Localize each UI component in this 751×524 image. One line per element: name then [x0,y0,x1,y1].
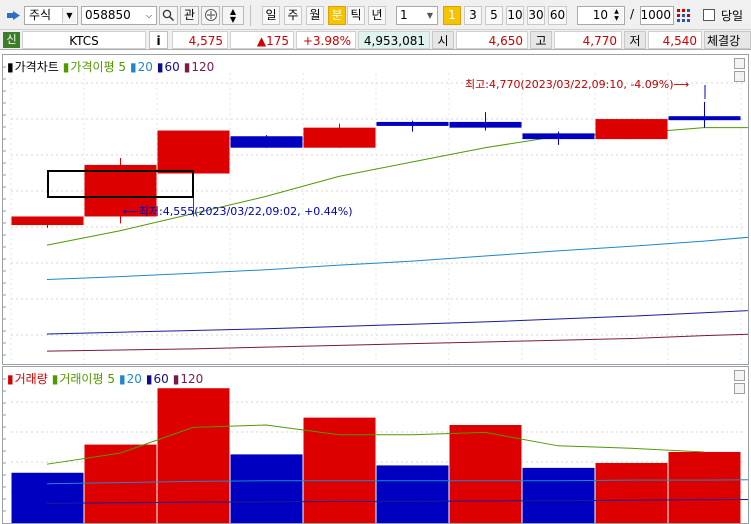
code-input[interactable]: 058850 ⌵ [81,6,157,25]
open-label: 시 [432,31,454,49]
period-tab-4[interactable]: 틱 [347,6,365,25]
market-type-value: 주식 [29,8,52,22]
count-value: 10 [592,8,608,22]
chevron-down-icon[interactable]: ⌵ [143,8,155,23]
stepper-icon: ▲ ▼ [229,7,237,24]
low-annotation: ⟵최저:4,555(2023/03/22,09:02, +0.44%) [123,205,353,218]
volume-chart [3,378,748,523]
volume-chart-pane[interactable]: ▮거래량 ▮거래이평 5 ▮20 ▮60 ▮120 [2,366,749,524]
interval-value: 1 [400,8,408,22]
quick-interval-1[interactable]: 1 [443,6,461,25]
period-tab-5[interactable]: 년 [368,6,386,25]
low-price: 4,540 [648,31,702,49]
count-separator: / [630,7,635,21]
period-tab-1[interactable]: 주 [284,6,302,25]
interest-button[interactable]: 관 [180,6,199,25]
quick-interval-5[interactable]: 5 [485,6,503,25]
today-label: 당일 [721,9,744,23]
price-change: ▲175 [230,31,294,49]
volume-bar [303,417,376,523]
strength-label: 체결강 [704,31,751,49]
candle-body [668,116,741,121]
candle-body [303,127,376,148]
market-type-select[interactable]: 주식 ▼ [24,6,78,25]
ma20-line [46,236,748,281]
stepper-button[interactable]: ▲ ▼ [222,6,244,25]
badge-label: 신 [6,33,17,46]
today-checkbox[interactable] [703,9,715,21]
total-value: 1000 [640,8,671,22]
spinner-icon[interactable]: ▲ ▼ [610,8,623,23]
code-value: 058850 [85,8,131,22]
volume-bar [84,444,157,523]
candle-body [157,130,230,174]
candle-body [449,121,522,128]
count-input[interactable]: 10 ▲ ▼ [577,6,625,25]
low-label: 저 [624,31,646,49]
period-tab-0[interactable]: 일 [262,6,280,25]
interval-select[interactable]: 1 ▼ [396,6,438,25]
quick-interval-10[interactable]: 10 [506,6,524,25]
candle-body [595,119,668,140]
search-icon [162,9,175,25]
quick-interval-3[interactable]: 3 [464,6,482,25]
volume-bar [376,465,449,523]
volume-bar [595,462,668,523]
chart-settings-icon[interactable] [676,8,692,24]
new-listing-badge: 신 [3,32,20,48]
high-label: 고 [530,31,552,49]
candle-body [522,133,595,140]
period-tab-3[interactable]: 분 [328,6,346,25]
current-price: 4,575 [172,31,228,49]
chevron-down-icon[interactable]: ▼ [62,8,76,23]
candle-body [230,136,303,148]
quick-interval-30[interactable]: 30 [527,6,545,25]
candle-body [376,121,449,126]
total-input[interactable]: 1000 [640,6,674,25]
candle-body [11,216,84,226]
volume-bar [449,424,522,523]
high-price: 4,770 [554,31,622,49]
price-chart-pane[interactable]: ▮가격차트 ▮가격이평 5 ▮20 ▮60 ▮120 최고:4,770(2023/03/… [2,54,749,365]
volume-bar [11,472,84,523]
ma60-line [46,310,748,335]
price-chart [3,66,748,364]
open-price: 4,650 [456,31,528,49]
change-percent: +3.98% [296,31,356,49]
volume-bar [668,451,741,523]
quick-interval-60[interactable]: 60 [548,6,567,25]
link-button[interactable] [201,6,220,25]
divider [250,5,251,26]
volume-value: 4,953,081 [358,31,430,49]
pin-icon[interactable] [7,10,21,21]
ma120-line [46,333,748,352]
volume-bar [230,454,303,523]
quote-bar: 신 KTCS i 4,575 ▲175 +3.98% 4,953,081 시 4… [0,29,751,50]
toolbar: 주식 ▼ 058850 ⌵ 관 ▲ ▼ 일주월분틱년 1 ▼ 1 3 5 10 30 60 … [0,0,751,29]
volume-bar [522,467,595,523]
period-tab-2[interactable]: 월 [306,6,324,25]
link-icon [204,9,218,25]
high-annotation: 최고:4,770(2023/03/22,09:10, -4.09%)⟶ [465,78,690,91]
stock-name-label: KTCS [69,34,99,48]
info-button[interactable]: i [149,31,168,49]
chevron-down-icon[interactable]: ▼ [424,8,436,23]
search-button[interactable] [159,6,178,25]
stock-name[interactable]: KTCS [22,31,146,49]
info-icon: i [156,34,161,48]
